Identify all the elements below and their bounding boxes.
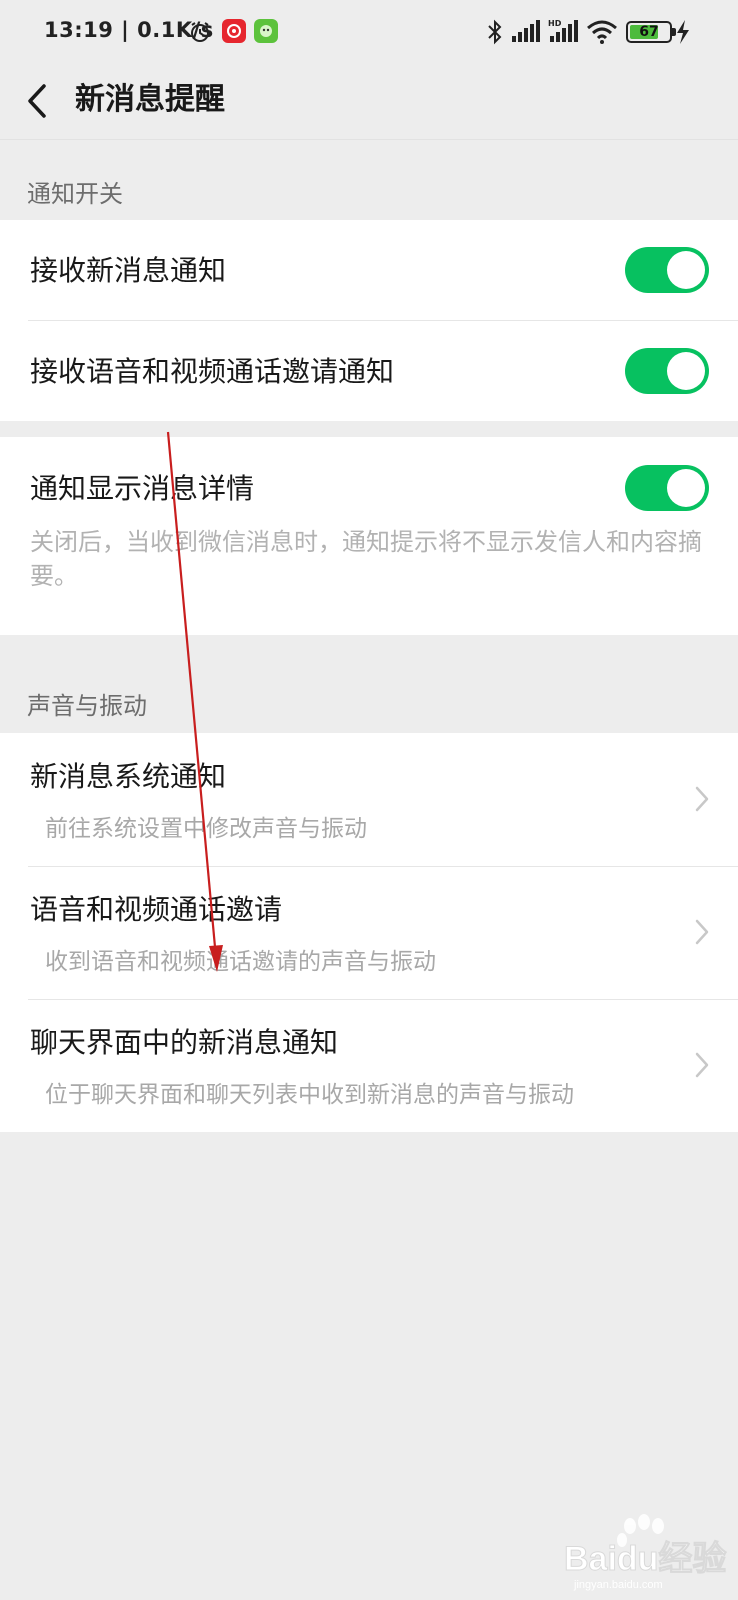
toggle-knob <box>667 352 705 390</box>
chevron-right-icon <box>695 786 709 812</box>
signal-icon <box>512 20 540 42</box>
baidu-watermark: Baidu经验 jingyan.baidu.com <box>564 1512 728 1592</box>
green-app-icon <box>254 19 278 43</box>
chat-notify-subtitle: 位于聊天界面和聊天列表中收到新消息的声音与振动 <box>45 1082 574 1108</box>
back-arrow-icon[interactable] <box>20 76 60 126</box>
row-receive-new: 接收新消息通知 <box>0 220 738 320</box>
header-bar: 新消息提醒 <box>0 64 738 140</box>
svg-text:HD: HD <box>548 19 562 28</box>
receive-new-label: 接收新消息通知 <box>30 254 227 287</box>
sound-vibration-group: 新消息系统通知 前往系统设置中修改声音与振动 语音和视频通话邀请 收到语音和视频… <box>0 733 738 1132</box>
battery-level: 67 <box>639 24 659 40</box>
row-system-notify[interactable]: 新消息系统通知 前往系统设置中修改声音与振动 <box>0 733 738 866</box>
section-label-sound-vibration: 声音与振动 <box>27 692 147 720</box>
music-app-icon <box>222 19 246 43</box>
toggle-knob <box>667 251 705 289</box>
status-bar: 13:19 | 0.1K/s HD 67 <box>0 0 738 64</box>
alarm-icon <box>191 22 209 42</box>
wifi-icon <box>587 20 617 44</box>
show-detail-group: 通知显示消息详情 关闭后，当收到微信消息时，通知提示将不显示发信人和内容摘要。 <box>0 437 738 635</box>
section-label-notify-switch: 通知开关 <box>27 180 123 208</box>
chevron-right-icon <box>695 1052 709 1078</box>
chat-notify-title: 聊天界面中的新消息通知 <box>30 1026 339 1059</box>
charging-icon <box>677 20 689 44</box>
call-invite-subtitle: 收到语音和视频通话邀请的声音与振动 <box>45 949 436 975</box>
show-detail-description: 关闭后，当收到微信消息时，通知提示将不显示发信人和内容摘要。 <box>30 528 702 590</box>
receive-call-label: 接收语音和视频通话邀请通知 <box>30 355 395 388</box>
watermark-url: jingyan.baidu.com <box>573 1579 663 1591</box>
watermark-brand: Baidu经验 <box>564 1539 726 1578</box>
row-call-invite[interactable]: 语音和视频通话邀请 收到语音和视频通话邀请的声音与振动 <box>0 866 738 999</box>
show-detail-label: 通知显示消息详情 <box>30 472 255 505</box>
battery-icon: 67 <box>626 21 676 43</box>
page-title: 新消息提醒 <box>75 82 225 117</box>
notify-switch-group: 接收新消息通知 接收语音和视频通话邀请通知 <box>0 220 738 421</box>
system-notify-title: 新消息系统通知 <box>30 760 227 793</box>
receive-new-toggle[interactable] <box>625 247 709 293</box>
show-detail-toggle[interactable] <box>625 465 709 511</box>
system-notify-subtitle: 前往系统设置中修改声音与振动 <box>45 816 367 842</box>
toggle-knob <box>667 469 705 507</box>
receive-call-toggle[interactable] <box>625 348 709 394</box>
chevron-right-icon <box>695 919 709 945</box>
signal-hd-icon: HD <box>548 19 578 42</box>
row-chat-notify[interactable]: 聊天界面中的新消息通知 位于聊天界面和聊天列表中收到新消息的声音与振动 <box>0 999 738 1132</box>
bluetooth-icon <box>488 19 502 45</box>
call-invite-title: 语音和视频通话邀请 <box>30 893 283 926</box>
row-receive-call: 接收语音和视频通话邀请通知 <box>0 321 738 421</box>
